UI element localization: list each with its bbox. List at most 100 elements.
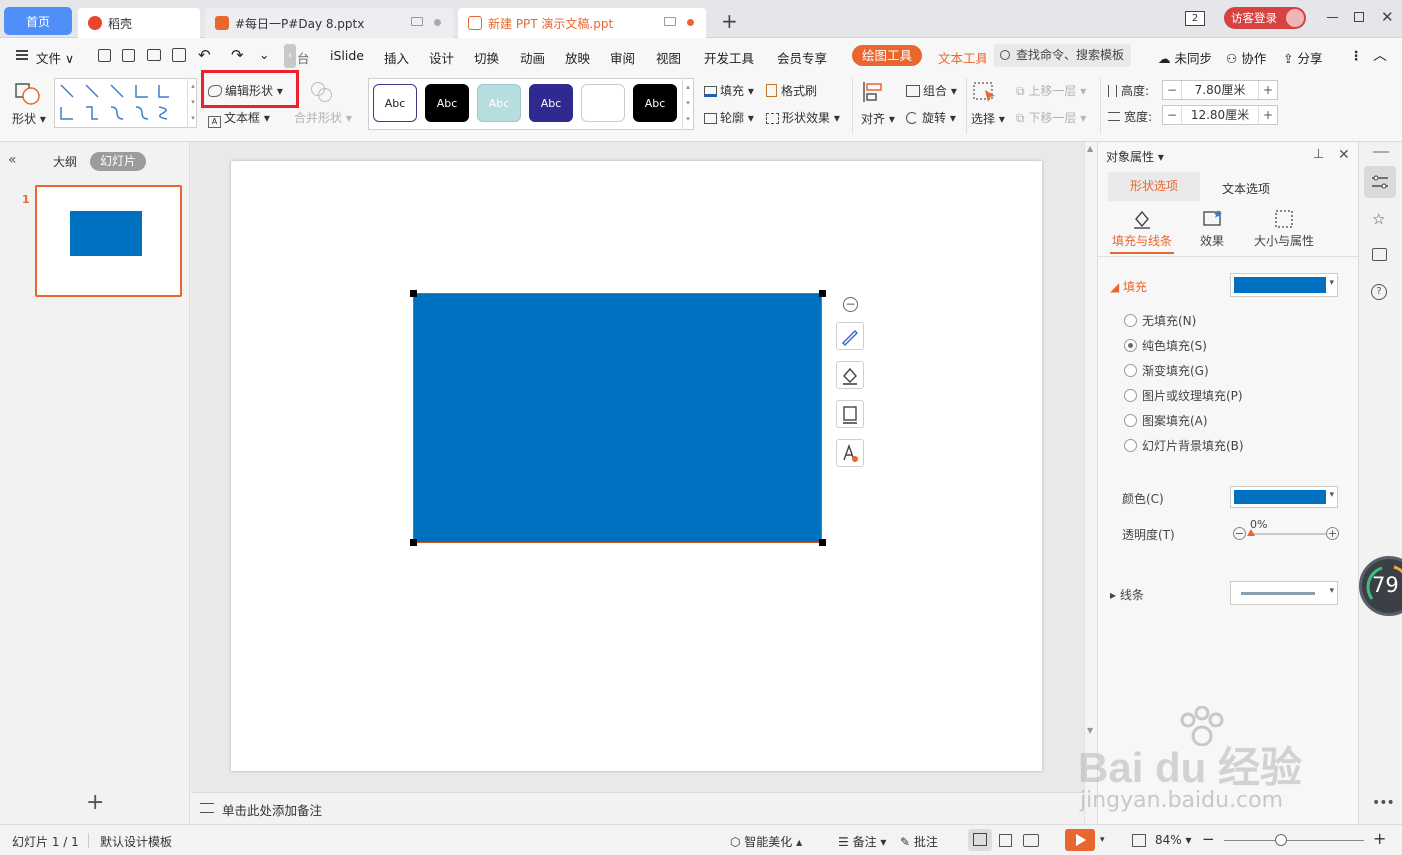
menu-insert[interactable]: 插入 — [384, 48, 409, 67]
fill-option-pattern[interactable]: 图案填充(A) — [1124, 412, 1208, 429]
send-backward-button[interactable]: ⧉ 下移一层 ▾ — [1016, 109, 1086, 126]
panel-title[interactable]: 对象属性 ▾ — [1106, 148, 1164, 165]
transparency-slider-thumb[interactable] — [1247, 529, 1255, 536]
format-painter-button[interactable]: 格式刷 — [766, 82, 817, 99]
comments-toggle[interactable]: ✎ 批注 — [900, 833, 938, 850]
collapse-left-icon[interactable]: ‹ — [284, 44, 296, 68]
redo-icon[interactable]: ↷ — [231, 46, 244, 64]
monitor-icon[interactable] — [664, 17, 676, 26]
sub-tab-effect[interactable]: 效果 — [1194, 206, 1230, 249]
collab-button[interactable]: ⚇ 协作 — [1226, 48, 1266, 67]
add-slide-icon[interactable]: + — [86, 792, 104, 814]
line-section-header[interactable]: ▸ 线条 — [1110, 586, 1144, 603]
height-decrease-button[interactable]: − — [1163, 83, 1181, 97]
tab-drawing-tools[interactable]: 绘图工具 — [852, 45, 922, 66]
outline-button[interactable]: 轮廓 ▾ — [704, 109, 754, 126]
style-white[interactable] — [581, 84, 625, 122]
more-horizontal-icon[interactable]: ••• — [1372, 795, 1395, 811]
height-increase-button[interactable]: + — [1259, 83, 1277, 97]
pin-icon[interactable]: ⊥ — [1313, 147, 1324, 162]
zoom-slider-thumb[interactable] — [1275, 834, 1287, 846]
tab-text-options[interactable]: 文本选项 — [1222, 180, 1270, 197]
progress-widget[interactable]: 79 — [1359, 556, 1402, 616]
hamburger-icon[interactable] — [16, 50, 28, 60]
align-button[interactable]: 对齐 ▾ — [861, 80, 897, 134]
menu-slideshow[interactable]: 放映 — [565, 48, 590, 67]
resize-handle-sw[interactable] — [410, 539, 417, 546]
menu-file[interactable]: 文件 ∨ — [36, 48, 74, 67]
fill-option-solid[interactable]: 纯色填充(S) — [1124, 337, 1207, 354]
menu-developer[interactable]: 开发工具 — [704, 48, 754, 67]
monitor-icon[interactable] — [411, 17, 423, 26]
layout-icon[interactable] — [1372, 248, 1387, 261]
menu-member[interactable]: 会员专享 — [777, 48, 827, 67]
tab-shape-options[interactable]: 形状选项 — [1108, 172, 1200, 201]
transparency-decrease-icon[interactable]: − — [1233, 527, 1246, 540]
more-dropdown-icon[interactable]: ⌄ — [259, 47, 269, 62]
select-button[interactable]: 选择 ▾ — [971, 80, 1007, 134]
help-icon[interactable]: ? — [1371, 284, 1387, 300]
resize-handle-se[interactable] — [819, 539, 826, 546]
normal-view-button[interactable] — [968, 829, 992, 851]
width-increase-button[interactable]: + — [1259, 108, 1277, 122]
save-icon[interactable] — [98, 49, 111, 62]
notes-bar[interactable]: 单击此处添加备注 — [191, 792, 1084, 824]
fit-window-icon[interactable] — [1132, 834, 1146, 847]
tab-text-tools[interactable]: 文本工具 — [938, 48, 986, 67]
sync-button[interactable]: ☁ 未同步 — [1158, 48, 1212, 67]
minimize-icon[interactable] — [1327, 17, 1338, 18]
tab-doc-new[interactable]: 新建 PPT 演示文稿.ppt — [458, 8, 706, 38]
fill-option-gradient[interactable]: 渐变填充(G) — [1124, 362, 1209, 379]
style-navy[interactable]: Abc — [529, 84, 573, 122]
line-style-dropdown[interactable]: ▾ — [1230, 581, 1338, 605]
sub-tab-size[interactable]: 大小与属性 — [1248, 206, 1320, 249]
width-stepper[interactable]: − 12.80厘米 + — [1162, 105, 1278, 125]
width-decrease-button[interactable]: − — [1163, 108, 1181, 122]
shape-button[interactable]: 形状 ▾ — [12, 80, 46, 134]
fill-option-background[interactable]: 幻灯片背景填充(B) — [1124, 437, 1244, 454]
window-count-badge[interactable]: 2 — [1185, 11, 1205, 26]
fill-option-none[interactable]: 无填充(N) — [1124, 312, 1196, 329]
notes-toggle[interactable]: ☰ 备注 ▾ — [838, 833, 886, 850]
collapse-panel-icon[interactable]: « — [8, 152, 17, 168]
play-dropdown-icon[interactable]: ▾ — [1100, 835, 1105, 845]
menu-item-truncated[interactable]: 台 — [297, 48, 310, 67]
menu-transition[interactable]: 切换 — [474, 48, 499, 67]
menu-view[interactable]: 视图 — [656, 48, 681, 67]
tab-doc-day8[interactable]: #每日一P#Day 8.pptx — [205, 8, 453, 38]
group-button[interactable]: 组合 ▾ — [906, 82, 957, 99]
tab-home[interactable]: 首页 — [4, 7, 72, 35]
menu-review[interactable]: 审阅 — [610, 48, 635, 67]
search-box[interactable]: 查找命令、搜索模板 — [994, 44, 1131, 67]
transparency-increase-icon[interactable]: + — [1326, 527, 1339, 540]
text-box-button[interactable]: A 文本框 ▾ — [208, 109, 270, 128]
width-input[interactable]: 12.80厘米 — [1181, 106, 1259, 124]
tab-daoke[interactable]: 稻壳 — [78, 8, 200, 38]
style-outline-purple[interactable]: Abc — [373, 84, 417, 122]
grid-view-icon[interactable] — [999, 834, 1012, 847]
close-icon[interactable]: ✕ — [1381, 8, 1394, 26]
resize-handle-nw[interactable] — [410, 290, 417, 297]
sub-tab-fill-line[interactable]: 填充与线条 — [1110, 206, 1174, 254]
menu-islide[interactable]: iSlide — [330, 48, 364, 63]
fill-color-dropdown[interactable]: ▾ — [1230, 273, 1338, 297]
style-black-2[interactable]: Abc — [633, 84, 677, 122]
tab-outline[interactable]: 大纲 — [53, 153, 77, 170]
animation-icon[interactable]: ☆ — [1372, 210, 1385, 228]
bring-forward-button[interactable]: ⧉ 上移一层 ▾ — [1016, 82, 1086, 99]
export-icon[interactable] — [122, 49, 135, 62]
play-button[interactable] — [1065, 829, 1095, 851]
shape-effect-button[interactable]: 形状效果 ▾ — [766, 109, 840, 126]
shape-gallery[interactable] — [54, 78, 197, 128]
zoom-out-icon[interactable]: − — [1202, 830, 1215, 848]
menu-animation[interactable]: 动画 — [520, 48, 545, 67]
rectangle-shape[interactable] — [413, 293, 822, 543]
style-black[interactable]: Abc — [425, 84, 469, 122]
maximize-icon[interactable] — [1354, 12, 1364, 22]
height-input[interactable]: 7.80厘米 — [1181, 81, 1259, 99]
print-icon[interactable] — [147, 49, 161, 61]
panel-close-icon[interactable]: ✕ — [1338, 147, 1350, 163]
fill-section-header[interactable]: ◢ 填充 — [1110, 278, 1147, 295]
slide-thumbnail[interactable] — [35, 185, 182, 297]
style-gallery-scroll[interactable]: ▴ ▾ ▾ — [682, 79, 693, 129]
